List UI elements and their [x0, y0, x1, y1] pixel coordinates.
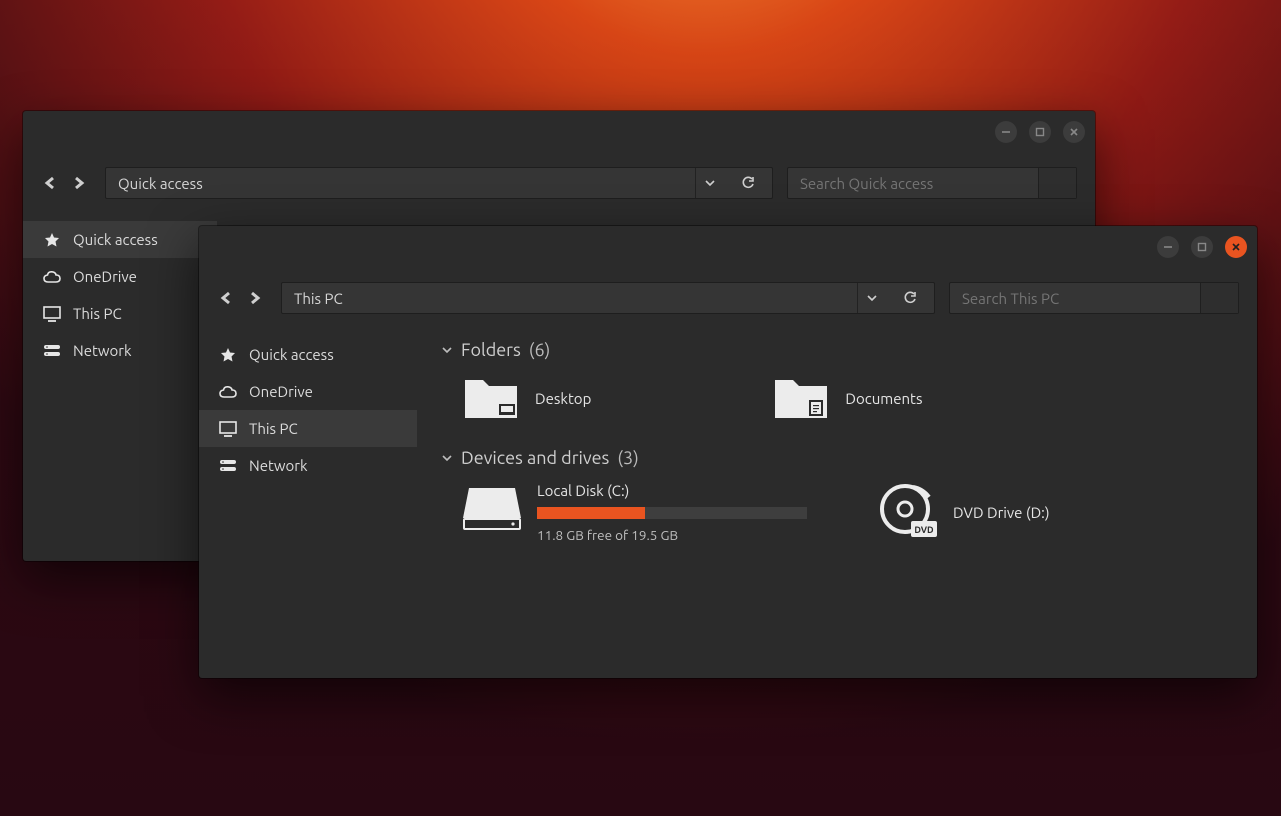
sidebar-item-this-pc[interactable]: This PC	[23, 295, 217, 332]
folder-desktop[interactable]: Desktop	[461, 374, 591, 422]
sidebar-item-network[interactable]: Network	[199, 447, 417, 484]
window-controls	[995, 121, 1085, 143]
address-text: This PC	[282, 290, 857, 307]
sidebar-item-label: Network	[73, 342, 132, 359]
history-dropdown[interactable]	[696, 168, 724, 198]
window-controls	[1157, 236, 1247, 258]
refresh-button[interactable]	[734, 168, 762, 198]
cloud-icon	[219, 385, 237, 399]
sidebar-item-onedrive[interactable]: OneDrive	[23, 258, 217, 295]
forward-button[interactable]	[71, 176, 87, 190]
network-icon	[219, 459, 237, 473]
folder-icon	[461, 374, 521, 422]
maximize-button[interactable]	[1191, 236, 1213, 258]
sidebar-item-label: Quick access	[73, 231, 158, 248]
sidebar-item-this-pc[interactable]: This PC	[199, 410, 417, 447]
sidebar-item-label: Quick access	[249, 346, 334, 363]
back-button[interactable]	[219, 291, 235, 305]
group-folders-header[interactable]: Folders (6)	[441, 332, 1233, 374]
content-area: Folders (6) Desktop	[417, 328, 1257, 678]
sidebar-item-quick-access[interactable]: Quick access	[23, 221, 217, 258]
address-bar[interactable]: Quick access	[105, 167, 773, 199]
star-icon	[43, 232, 61, 248]
sidebar-item-label: OneDrive	[73, 268, 137, 285]
folder-documents[interactable]: Documents	[771, 374, 922, 422]
folder-label: Documents	[845, 390, 922, 407]
folder-label: Desktop	[535, 390, 591, 407]
group-folders-count: (6)	[529, 340, 551, 360]
nav-arrows	[43, 176, 87, 190]
drive-subtitle: 11.8 GB free of 19.5 GB	[537, 527, 807, 543]
search-input[interactable]	[788, 175, 1038, 192]
dvd-icon: DVD	[877, 483, 939, 543]
drive-title: Local Disk (C:)	[537, 482, 807, 499]
drive-local-c[interactable]: Local Disk (C:) 11.8 GB free of 19.5 GB	[461, 482, 807, 543]
sidebar: Quick access OneDrive This PC Network	[23, 213, 217, 561]
network-icon	[43, 344, 61, 358]
chevron-down-icon	[441, 340, 453, 360]
group-folders-title: Folders	[461, 340, 521, 360]
folder-icon	[771, 374, 831, 422]
search-button[interactable]	[1200, 283, 1238, 313]
search-bar[interactable]	[787, 167, 1077, 199]
search-bar[interactable]	[949, 282, 1239, 314]
drive-dvd-d[interactable]: DVD DVD Drive (D:)	[877, 482, 1050, 543]
star-icon	[219, 347, 237, 363]
chevron-down-icon	[441, 448, 453, 468]
drive-title: DVD Drive (D:)	[953, 504, 1050, 521]
sidebar-item-onedrive[interactable]: OneDrive	[199, 373, 417, 410]
hdd-icon	[461, 482, 523, 538]
forward-button[interactable]	[247, 291, 263, 305]
history-dropdown[interactable]	[858, 283, 886, 313]
close-button[interactable]	[1225, 236, 1247, 258]
search-button[interactable]	[1038, 168, 1076, 198]
back-button[interactable]	[43, 176, 59, 190]
monitor-icon	[219, 421, 237, 437]
drive-capacity-bar	[537, 507, 807, 519]
nav-arrows	[219, 291, 263, 305]
minimize-button[interactable]	[1157, 236, 1179, 258]
address-bar[interactable]: This PC	[281, 282, 935, 314]
sidebar-item-label: This PC	[73, 305, 122, 322]
address-text: Quick access	[106, 175, 695, 192]
minimize-button[interactable]	[995, 121, 1017, 143]
group-drives-title: Devices and drives	[461, 448, 609, 468]
close-button[interactable]	[1063, 121, 1085, 143]
window-this-pc: This PC Quick access	[199, 226, 1257, 678]
group-drives-header[interactable]: Devices and drives (3)	[441, 440, 1233, 482]
toolbar: This PC	[199, 282, 1257, 328]
sidebar-item-network[interactable]: Network	[23, 332, 217, 369]
sidebar: Quick access OneDrive This PC Network	[199, 328, 417, 678]
sidebar-item-label: OneDrive	[249, 383, 313, 400]
toolbar: Quick access	[23, 167, 1095, 213]
sidebar-item-label: This PC	[249, 420, 298, 437]
svg-text:DVD: DVD	[914, 525, 934, 535]
sidebar-item-quick-access[interactable]: Quick access	[199, 336, 417, 373]
group-drives-count: (3)	[617, 448, 639, 468]
cloud-icon	[43, 270, 61, 284]
search-input[interactable]	[950, 290, 1200, 307]
refresh-button[interactable]	[896, 283, 924, 313]
maximize-button[interactable]	[1029, 121, 1051, 143]
monitor-icon	[43, 306, 61, 322]
sidebar-item-label: Network	[249, 457, 308, 474]
